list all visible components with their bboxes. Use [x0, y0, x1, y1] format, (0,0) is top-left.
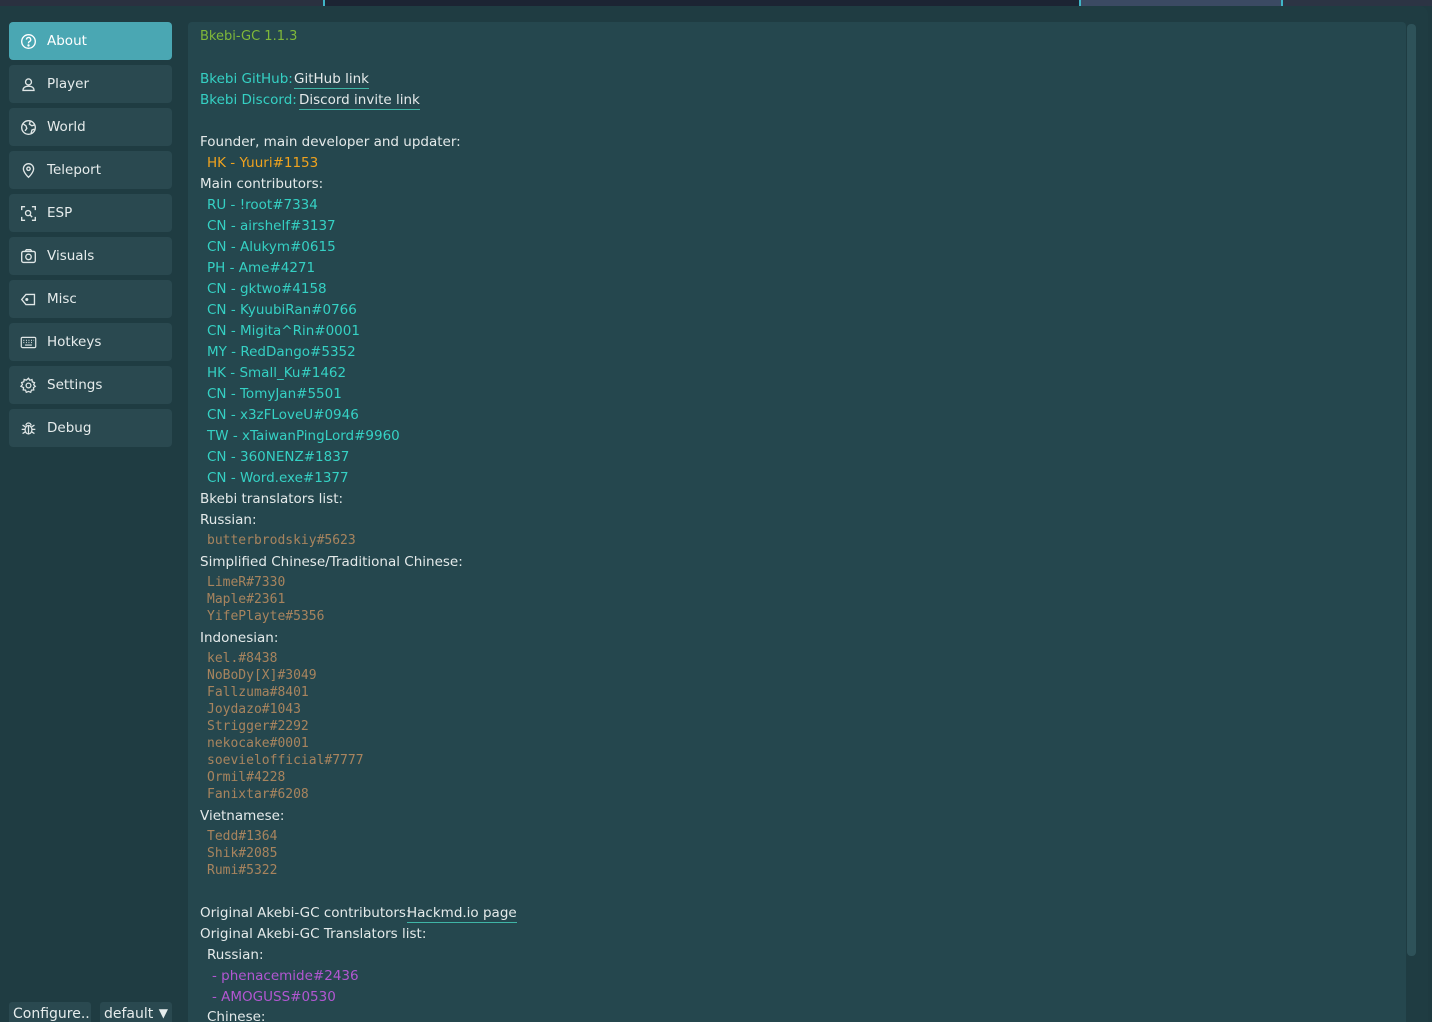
contributor-item: CN - gktwo#4158 [207, 281, 327, 297]
translator-item: Ormil#4228 [207, 770, 286, 785]
sidebar-item-label: Visuals [47, 248, 95, 264]
contributor-item: PH - Ame#4271 [207, 260, 316, 276]
keyboard-icon [19, 333, 37, 351]
sidebar-item-teleport[interactable]: Teleport [9, 151, 172, 189]
about-panel [188, 22, 1406, 1022]
translator-item: Strigger#2292 [207, 719, 309, 734]
vietnamese-heading: Vietnamese: [200, 808, 285, 824]
contributor-item: CN - Migita^Rin#0001 [207, 323, 360, 339]
sidebar-item-label: Teleport [47, 162, 101, 178]
chinese-heading: Simplified Chinese/Traditional Chinese: [200, 554, 463, 570]
russian-heading: Russian: [200, 512, 257, 528]
tag-icon [19, 290, 37, 308]
configure-button[interactable]: Configure... [9, 1002, 91, 1022]
contributor-item: CN - 360NENZ#1837 [207, 449, 350, 465]
content-scrollbar[interactable] [1407, 24, 1416, 956]
translator-item: Joydazo#1043 [207, 702, 301, 717]
sidebar-item-label: Player [47, 76, 90, 92]
dropdown-arrow-icon: ▼ [158, 1006, 168, 1020]
sidebar-item-world[interactable]: World [9, 108, 172, 146]
sidebar-item-label: ESP [47, 205, 73, 221]
founder-name: HK - Yuuri#1153 [207, 155, 319, 171]
translator-item: YifePlayte#5356 [207, 609, 325, 624]
sidebar-item-label: About [47, 33, 87, 49]
translator-item: soevielofficial#7777 [207, 753, 364, 768]
translator-item: Fallzuma#8401 [207, 685, 309, 700]
translator-item: LimeR#7330 [207, 575, 286, 590]
translator-item: Tedd#1364 [207, 829, 278, 844]
akebi-translators-heading: Original Akebi-GC Translators list: [200, 926, 427, 942]
sidebar-item-label: World [47, 119, 86, 135]
version-text: Bkebi-GC 1.1.3 [200, 29, 298, 44]
contributor-item: CN - TomyJan#5501 [207, 386, 342, 402]
discord-label: Bkebi Discord: [200, 92, 297, 108]
translator-item: Fanixtar#6208 [207, 787, 309, 802]
translator-item: Rumi#5322 [207, 863, 278, 878]
contributor-item: CN - KyuubiRan#0766 [207, 302, 357, 318]
sidebar-item-label: Settings [47, 377, 103, 393]
map-pin-icon [19, 161, 37, 179]
translator-item: Maple#2361 [207, 592, 286, 607]
hackmd-link[interactable]: Hackmd.io page [407, 904, 517, 923]
profile-select[interactable]: default ▼ [100, 1002, 172, 1022]
user-icon [19, 75, 37, 93]
main-window: About Player World Teleport ESP Visuals … [0, 6, 1428, 1022]
translator-item: butterbrodskiy#5623 [207, 533, 356, 548]
founder-heading: Founder, main developer and updater: [200, 134, 461, 150]
github-label: Bkebi GitHub: [200, 71, 293, 87]
sidebar-item-about[interactable]: About [9, 22, 172, 60]
indonesian-heading: Indonesian: [200, 630, 279, 646]
sidebar-item-player[interactable]: Player [9, 65, 172, 103]
scan-icon [19, 204, 37, 222]
sidebar-item-visuals[interactable]: Visuals [9, 237, 172, 275]
sidebar-item-debug[interactable]: Debug [9, 409, 172, 447]
translator-item: nekocake#0001 [207, 736, 309, 751]
translators-heading: Bkebi translators list: [200, 491, 344, 507]
question-circle-icon [19, 32, 37, 50]
sidebar-item-label: Hotkeys [47, 334, 102, 350]
sidebar-item-misc[interactable]: Misc [9, 280, 172, 318]
contributor-item: TW - xTaiwanPingLord#9960 [207, 428, 400, 444]
contributor-item: CN - Alukym#0615 [207, 239, 336, 255]
sidebar-item-hotkeys[interactable]: Hotkeys [9, 323, 172, 361]
contributor-item: CN - airshelf#3137 [207, 218, 336, 234]
camera-icon [19, 247, 37, 265]
sidebar-item-settings[interactable]: Settings [9, 366, 172, 404]
translator-item: Shik#2085 [207, 846, 278, 861]
sidebar-item-label: Debug [47, 420, 92, 436]
akebi-russian-heading: Russian: [207, 947, 264, 963]
sidebar-item-esp[interactable]: ESP [9, 194, 172, 232]
bug-icon [19, 419, 37, 437]
akebi-contributors-label: Original Akebi-GC contributors: [200, 905, 411, 921]
akebi-translator-item: - phenacemide#2436 [212, 968, 359, 984]
akebi-chinese-heading: Chinese: [207, 1009, 266, 1022]
contributor-item: CN - Word.exe#1377 [207, 470, 349, 486]
contributors-heading: Main contributors: [200, 176, 324, 192]
translator-item: NoBoDy[X]#3049 [207, 668, 317, 683]
profile-value: default [104, 1006, 154, 1022]
contributor-item: MY - RedDango#5352 [207, 344, 356, 360]
akebi-translator-item: - AMOGUSS#0530 [212, 989, 336, 1005]
translator-item: kel.#8438 [207, 651, 278, 666]
github-link[interactable]: GitHub link [294, 70, 369, 89]
gear-icon [19, 376, 37, 394]
contributor-item: CN - x3zFLoveU#0946 [207, 407, 359, 423]
discord-link[interactable]: Discord invite link [299, 91, 420, 110]
contributor-item: HK - Small_Ku#1462 [207, 365, 347, 381]
contributor-item: RU - !root#7334 [207, 197, 318, 213]
sidebar-item-label: Misc [47, 291, 77, 307]
globe-icon [19, 118, 37, 136]
